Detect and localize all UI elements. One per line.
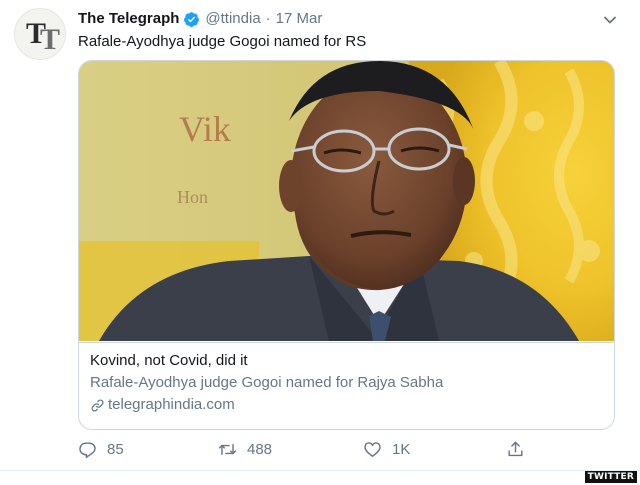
svg-text:Hon: Hon: [177, 187, 208, 207]
card-domain[interactable]: telegraphindia.com: [90, 395, 603, 415]
tweet-header: The Telegraph @ttindia · 17 Mar: [78, 9, 322, 29]
source-watermark: TWITTER: [584, 471, 637, 483]
tweet[interactable]: TT The Telegraph @ttindia · 17 Mar Rafal…: [0, 0, 640, 470]
account-name[interactable]: The Telegraph: [78, 9, 179, 29]
like-count: 1K: [392, 441, 411, 458]
share-icon: [508, 441, 523, 457]
retweet-button[interactable]: 488: [218, 440, 272, 459]
card-photo: Vik Hon: [79, 61, 614, 341]
tweet-text: Rafale-Ayodhya judge Gogoi named for RS: [78, 33, 367, 50]
reply-button[interactable]: 85: [78, 440, 124, 459]
verified-badge-icon: [184, 11, 200, 27]
card-domain-text: telegraphindia.com: [108, 396, 235, 413]
svg-text:Vik: Vik: [179, 109, 231, 149]
separator-dot: ·: [265, 10, 271, 27]
card-description: Rafale-Ayodhya judge Gogoi named for Raj…: [90, 374, 444, 391]
link-card[interactable]: Vik Hon Kovind, not Covid, did it Rafale…: [78, 60, 615, 430]
chevron-down-icon[interactable]: [602, 12, 618, 28]
card-title: Kovind, not Covid, did it: [90, 352, 248, 369]
reply-icon: [79, 442, 96, 459]
reply-count: 85: [107, 441, 124, 458]
like-button[interactable]: 1K: [363, 440, 410, 459]
tweet-actions: 85 488 1K: [78, 440, 538, 462]
like-icon: [364, 442, 381, 458]
account-handle[interactable]: @ttindia: [205, 9, 260, 29]
telegraph-logo: TT: [25, 17, 60, 56]
tweet-date[interactable]: 17 Mar: [276, 9, 323, 29]
divider: [0, 470, 640, 471]
avatar[interactable]: TT: [14, 8, 66, 60]
share-button[interactable]: [506, 440, 535, 459]
retweet-icon: [218, 444, 237, 455]
link-icon: [91, 399, 104, 411]
card-body: Kovind, not Covid, did it Rafale-Ayodhya…: [79, 342, 614, 423]
retweet-count: 488: [247, 441, 273, 458]
